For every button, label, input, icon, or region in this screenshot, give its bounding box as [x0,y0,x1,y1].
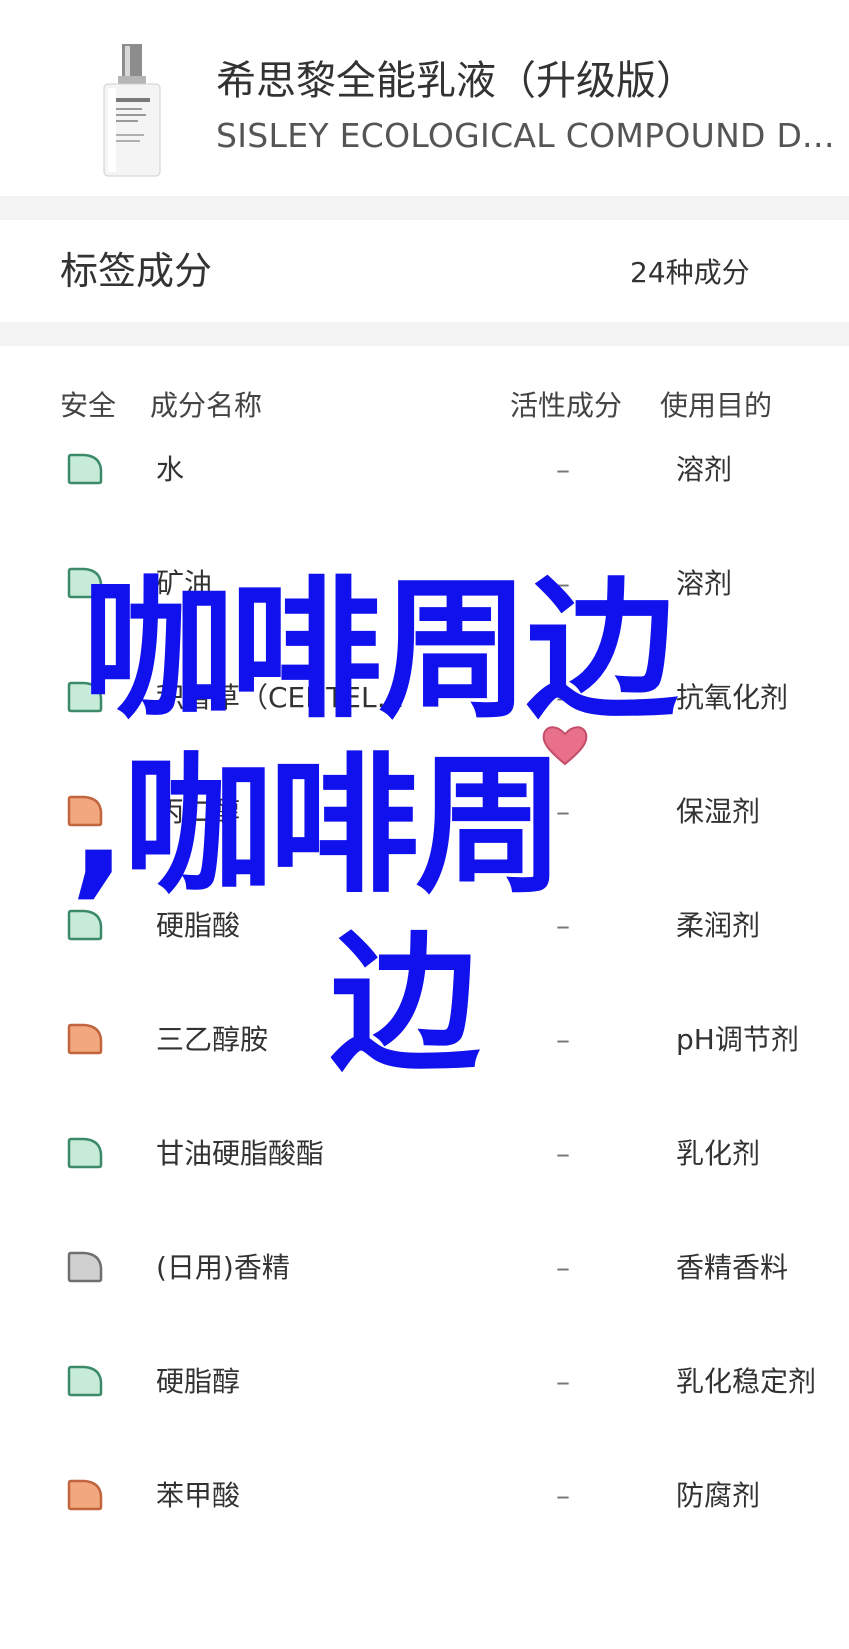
active-ingredient-value: – [556,1479,570,1512]
overlay-text-line-1: 咖啡周边 [82,562,678,739]
ingredient-page: 希思黎全能乳液（升级版） SISLEY ECOLOGICAL COMPOUND … [0,0,849,1649]
active-ingredient-value: – [556,1365,570,1398]
ingredient-name: 硬脂醇 [156,1365,241,1398]
safety-safe-icon [67,453,103,485]
safety-warning-icon [67,1479,103,1511]
product-subtitle: SISLEY ECOLOGICAL COMPOUND DAY AND NIGHT [216,116,840,155]
active-ingredient-value: – [556,1023,570,1056]
ingredient-purpose: 防腐剂 [676,1479,761,1512]
table-row[interactable]: 硬脂醇 – 乳化稳定剂 [0,1330,849,1450]
ingredient-name: (日用)香精 [156,1251,290,1284]
ingredient-purpose: pH调节剂 [676,1023,799,1056]
ingredient-name: 甘油硬脂酸酯 [156,1137,325,1170]
section-divider [0,322,849,346]
active-ingredient-value: – [556,453,570,486]
section-divider [0,196,849,220]
product-title: 希思黎全能乳液（升级版） [216,58,696,104]
overlay-text-line-3: 边 [330,918,481,1092]
active-ingredient-value: – [556,1251,570,1284]
table-row[interactable]: 苯甲酸 – 防腐剂 [0,1444,849,1564]
ingredient-purpose: 乳化稳定剂 [676,1365,817,1398]
product-bottle-image [103,44,161,177]
table-row[interactable]: 水 – 溶剂 [0,418,849,538]
ingredient-purpose: 保湿剂 [676,795,761,828]
ingredient-purpose: 抗氧化剂 [676,681,789,714]
ingredient-name: 苯甲酸 [156,1479,241,1512]
tag-ingredients-label: 标签成分 [60,249,213,293]
table-row[interactable]: 甘油硬脂酸酯 – 乳化剂 [0,1102,849,1222]
product-header[interactable]: 希思黎全能乳液（升级版） SISLEY ECOLOGICAL COMPOUND … [0,0,849,196]
overlay-text-line-2: ,咖啡周 [70,740,565,914]
table-row[interactable]: (日用)香精 – 香精香料 [0,1216,849,1336]
ingredient-purpose: 柔润剂 [676,909,761,942]
tag-ingredients-row[interactable]: 标签成分 24种成分 [0,220,849,322]
safety-warning-icon [67,1023,103,1055]
ingredient-purpose: 香精香料 [676,1251,789,1284]
ingredient-purpose: 溶剂 [676,453,733,486]
ingredient-purpose: 溶剂 [676,567,733,600]
ingredient-purpose: 乳化剂 [676,1137,761,1170]
safety-safe-icon [67,1137,103,1169]
ingredient-name: 三乙醇胺 [156,1023,269,1056]
safety-safe-icon [67,1365,103,1397]
active-ingredient-value: – [556,1137,570,1170]
ingredient-name: 水 [156,453,185,486]
ingredient-count: 24种成分 [630,256,750,289]
safety-unknown-icon [67,1251,103,1283]
